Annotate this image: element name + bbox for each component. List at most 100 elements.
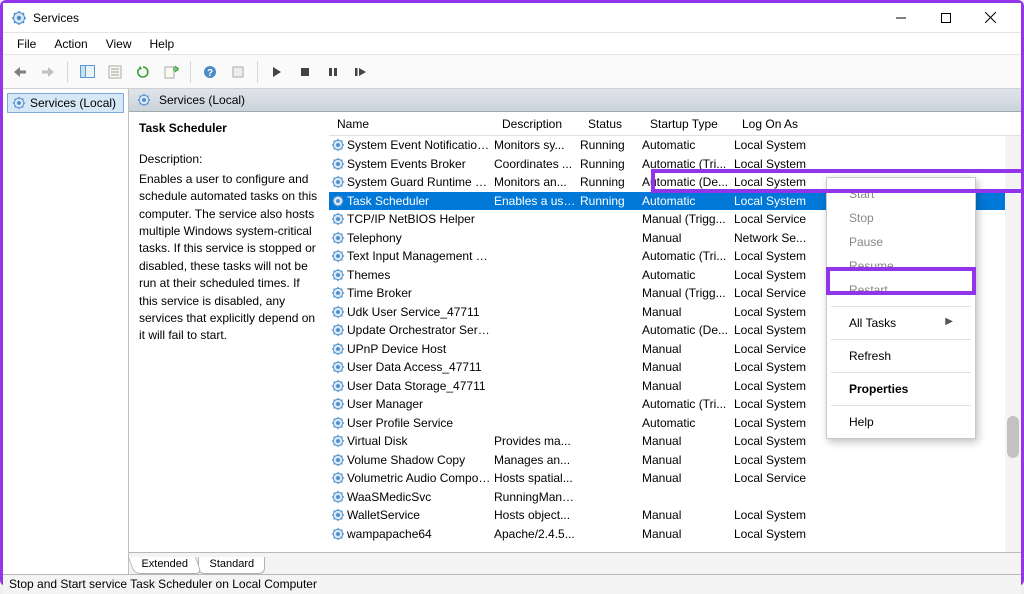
cell-logon: Local System — [734, 138, 826, 152]
ctx-resume[interactable]: Resume — [829, 254, 973, 278]
cell-description: Enables a use... — [494, 194, 580, 208]
table-row[interactable]: Volume Shadow CopyManages an...ManualLoc… — [329, 451, 1021, 470]
window-title: Services — [33, 11, 878, 25]
cell-startup: Manual — [642, 305, 734, 319]
ctx-start[interactable]: Start — [829, 182, 973, 206]
cell-description: Hosts spatial... — [494, 471, 580, 485]
table-row[interactable]: WaaSMedicSvcRunningManualLocal System — [329, 488, 1021, 507]
toolbar-separator — [67, 61, 68, 83]
pause-service-button[interactable] — [322, 61, 344, 83]
stop-service-button[interactable] — [294, 61, 316, 83]
properties-toolbar-button[interactable] — [104, 61, 126, 83]
refresh-toolbar-button[interactable] — [132, 61, 154, 83]
submenu-arrow-icon: ▶ — [945, 316, 953, 327]
cell-logon: Local System — [734, 157, 826, 171]
export-list-button[interactable] — [160, 61, 182, 83]
cell-name: User Data Storage_47711 — [347, 379, 494, 393]
toolbar-separator — [190, 61, 191, 83]
selected-service-name: Task Scheduler — [139, 120, 319, 137]
restart-service-button[interactable] — [350, 61, 372, 83]
cell-status: Running — [580, 194, 642, 208]
service-icon — [329, 323, 347, 337]
help-toolbar-button[interactable]: ? — [199, 61, 221, 83]
left-tree-pane: Services (Local) — [3, 89, 129, 574]
ctx-stop[interactable]: Stop — [829, 206, 973, 230]
maximize-button[interactable] — [923, 4, 968, 32]
cell-description: Manages an... — [494, 453, 580, 467]
service-icon — [329, 194, 347, 208]
service-icon — [329, 268, 347, 282]
minimize-button[interactable] — [878, 4, 923, 32]
cell-logon: Network Se... — [734, 231, 826, 245]
ctx-separator — [831, 372, 971, 373]
close-button[interactable] — [968, 4, 1013, 32]
cell-logon: Local Service — [734, 286, 826, 300]
statusbar-text: Stop and Start service Task Scheduler on… — [9, 577, 317, 591]
cell-logon: Local System — [734, 508, 826, 522]
table-row[interactable]: wampapache64Apache/2.4.5...ManualLocal S… — [329, 525, 1021, 544]
start-service-button[interactable] — [266, 61, 288, 83]
ctx-properties[interactable]: Properties — [829, 377, 973, 401]
detail-column: Task Scheduler Description: Enables a us… — [129, 112, 329, 552]
show-hide-tree-button[interactable] — [76, 61, 98, 83]
cell-description: RunningManualLocal System — [494, 490, 580, 504]
cell-logon: Local System — [734, 175, 826, 189]
cell-logon: Local Service — [734, 212, 826, 226]
col-name[interactable]: Name — [329, 117, 494, 131]
cell-name: wampapache64 — [347, 527, 494, 541]
table-row[interactable]: System Event Notification S...Monitors s… — [329, 136, 1021, 155]
cell-startup: Manual — [642, 231, 734, 245]
tree-node-label: Services (Local) — [30, 96, 116, 110]
col-status[interactable]: Status — [580, 117, 642, 131]
tree-node-services-local[interactable]: Services (Local) — [7, 93, 124, 113]
ctx-refresh[interactable]: Refresh — [829, 344, 973, 368]
service-icon — [329, 305, 347, 319]
ctx-pause[interactable]: Pause — [829, 230, 973, 254]
forward-button[interactable] — [37, 61, 59, 83]
vertical-scrollbar[interactable] — [1005, 136, 1021, 552]
table-row[interactable]: System Events BrokerCoordinates ...Runni… — [329, 155, 1021, 174]
detail-header-label: Services (Local) — [159, 93, 245, 107]
service-icon — [329, 342, 347, 356]
service-icon — [329, 231, 347, 245]
cell-startup: Manual — [642, 453, 734, 467]
tabstrip: Extended Standard — [129, 552, 1021, 574]
cell-logon: Local Service — [734, 471, 826, 485]
context-menu: Start Stop Pause Resume Restart All Task… — [826, 177, 976, 439]
cell-name: Time Broker — [347, 286, 494, 300]
cell-logon: Local System — [734, 305, 826, 319]
menu-action[interactable]: Action — [46, 35, 95, 53]
scrollbar-thumb[interactable] — [1007, 416, 1019, 458]
service-icon — [329, 416, 347, 430]
service-icon — [329, 138, 347, 152]
col-startup-type[interactable]: Startup Type — [642, 117, 734, 131]
cell-startup: Manual — [642, 471, 734, 485]
ctx-all-tasks[interactable]: All Tasks▶ — [829, 311, 973, 335]
table-row[interactable]: WalletServiceHosts object...ManualLocal … — [329, 506, 1021, 525]
col-logon-as[interactable]: Log On As — [734, 117, 826, 131]
table-row[interactable]: Volumetric Audio Composit...Hosts spatia… — [329, 469, 1021, 488]
cell-status: Running — [580, 175, 642, 189]
tab-extended[interactable]: Extended — [128, 557, 203, 574]
menu-view[interactable]: View — [98, 35, 140, 53]
cell-name: Volume Shadow Copy — [347, 453, 494, 467]
col-description[interactable]: Description — [494, 117, 580, 131]
cell-name: Virtual Disk — [347, 434, 494, 448]
back-button[interactable] — [9, 61, 31, 83]
service-icon — [329, 175, 347, 189]
cell-startup: Manual — [642, 434, 734, 448]
cell-name: WaaSMedicSvc — [347, 490, 494, 504]
cell-startup: Automatic (De... — [642, 175, 734, 189]
tab-standard[interactable]: Standard — [198, 557, 265, 574]
cell-name: Text Input Management Ser... — [347, 249, 494, 263]
app-icon — [11, 10, 27, 26]
menu-help[interactable]: Help — [142, 35, 183, 53]
ctx-help[interactable]: Help — [829, 410, 973, 434]
svg-text:?: ? — [207, 68, 213, 79]
menu-file[interactable]: File — [9, 35, 44, 53]
ctx-separator — [831, 339, 971, 340]
cell-name: System Guard Runtime Mon... — [347, 175, 494, 189]
unknown-toolbar-button[interactable] — [227, 61, 249, 83]
ctx-restart[interactable]: Restart — [829, 278, 973, 302]
cell-startup: Automatic (Tri... — [642, 397, 734, 411]
